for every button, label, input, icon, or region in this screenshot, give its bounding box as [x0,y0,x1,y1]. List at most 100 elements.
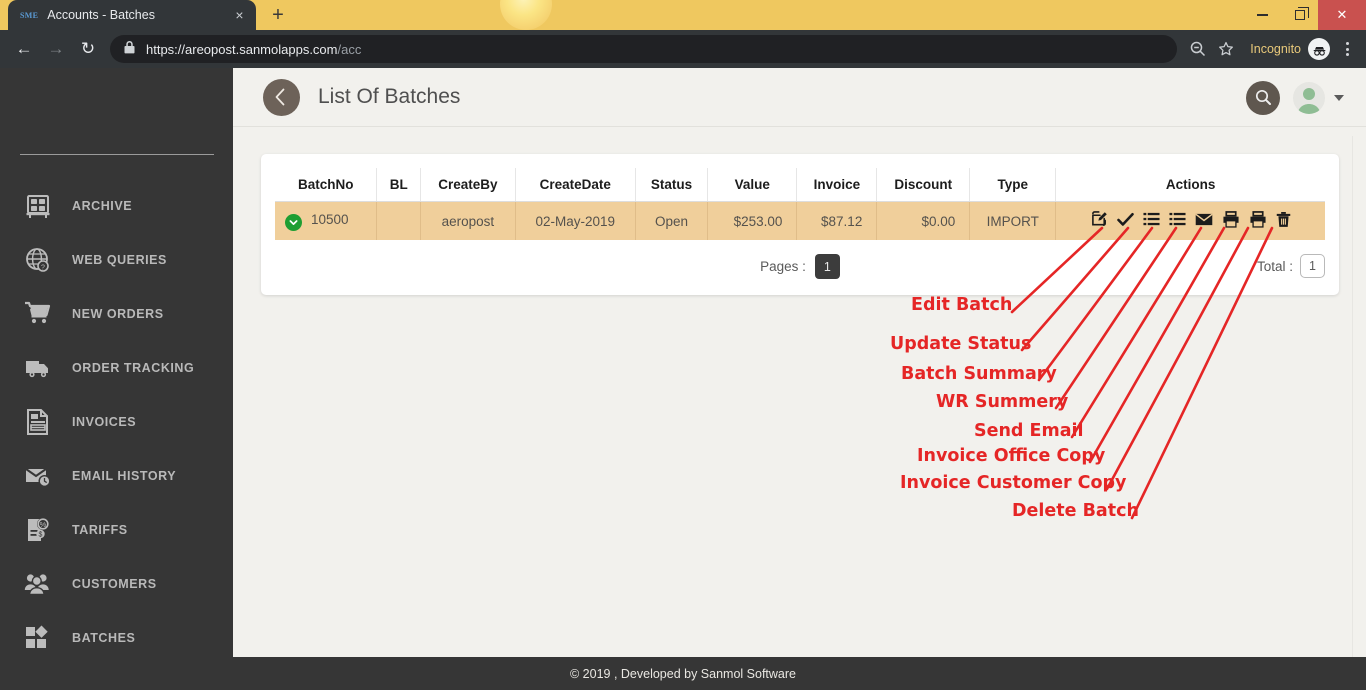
table-head: BatchNo BL CreateBy CreateDate Status Va… [275,168,1325,202]
col-status[interactable]: Status [635,168,709,202]
send-email-icon[interactable] [1194,211,1213,228]
col-createby[interactable]: CreateBy [420,168,516,202]
col-discount[interactable]: Discount [876,168,971,202]
sun-decoration-icon [500,0,552,30]
globe-question-icon: ? [22,244,54,276]
browser-menu-icon[interactable] [1336,42,1358,56]
total-label: Total : [1256,258,1293,274]
table-header-row: BatchNo BL CreateBy CreateDate Status Va… [275,168,1325,202]
svg-text:$: $ [39,532,43,539]
browser-window: SME Accounts - Batches × + ✕ ← → ↻ https… [0,0,1366,690]
col-createdate[interactable]: CreateDate [515,168,636,202]
lock-icon [124,41,135,57]
svg-text:?: ? [41,264,45,271]
sidebar: ARCHIVE ? WEB QUERIES NEW ORDERS ORDER T… [0,68,233,690]
page-scrollbar[interactable] [1352,136,1366,690]
sidebar-item-label: INVOICES [72,415,137,429]
invoice-customer-copy-icon[interactable] [1249,211,1267,228]
sidebar-item-label: EMAIL HISTORY [72,469,177,483]
col-value[interactable]: Value [707,168,798,202]
browser-tab[interactable]: SME Accounts - Batches × [8,0,256,30]
table-row[interactable]: 10500 aeropost 02-May-2019 Open $253.00 … [275,201,1325,240]
svg-text:%: % [40,520,47,529]
envelope-clock-icon [22,460,54,492]
total-value: 1 [1300,254,1325,278]
sidebar-item-archive[interactable]: ARCHIVE [0,179,233,233]
window-close-button[interactable]: ✕ [1318,0,1366,30]
sidebar-item-label: NEW ORDERS [72,307,164,321]
header-actions [1246,68,1344,127]
cell-type: IMPORT [969,201,1057,240]
cell-createdate: 02-May-2019 [515,201,636,240]
maximize-button[interactable] [1281,0,1318,30]
reload-icon[interactable]: ↻ [72,33,104,65]
sidebar-menu: ARCHIVE ? WEB QUERIES NEW ORDERS ORDER T… [0,179,233,690]
pagination: Pages : 1 Total : 1 [275,240,1325,295]
col-batchno[interactable]: BatchNo [275,168,378,202]
wr-summary-icon[interactable] [1169,211,1186,228]
new-tab-button[interactable]: + [267,5,289,27]
sidebar-item-invoices[interactable]: INVOICES [0,395,233,449]
url-text: https://areopost.sanmolapps.com/acc [146,42,361,57]
user-avatar[interactable] [1293,81,1325,114]
page-viewport: ARCHIVE ? WEB QUERIES NEW ORDERS ORDER T… [0,68,1366,690]
tab-title: Accounts - Batches [47,8,155,22]
close-icon[interactable]: × [231,7,248,24]
sidebar-item-customers[interactable]: CUSTOMERS [0,557,233,611]
cell-discount: $0.00 [876,201,971,240]
invoice-office-copy-icon[interactable] [1222,211,1240,228]
truck-icon [22,352,54,384]
chevron-circle-down-icon[interactable] [285,213,302,231]
address-bar[interactable]: https://areopost.sanmolapps.com/acc [110,35,1178,63]
batches-table: BatchNo BL CreateBy CreateDate Status Va… [275,168,1325,240]
sidebar-item-email-history[interactable]: EMAIL HISTORY [0,449,233,503]
batches-shapes-icon [22,622,54,654]
forward-icon[interactable]: → [40,33,72,65]
cell-batchno: 10500 [275,201,378,240]
window-controls: ✕ [1244,0,1366,30]
tariff-percent-icon: % $ [22,514,54,546]
sidebar-item-new-orders[interactable]: NEW ORDERS [0,287,233,341]
delete-batch-icon[interactable] [1276,211,1291,228]
minimize-button[interactable] [1244,0,1281,30]
col-invoice[interactable]: Invoice [796,168,878,202]
table-body: 10500 aeropost 02-May-2019 Open $253.00 … [275,201,1325,240]
back-icon[interactable]: ← [8,33,40,65]
page-number-button[interactable]: 1 [814,254,840,279]
cell-invoice: $87.12 [796,201,878,240]
sidebar-item-label: ARCHIVE [72,199,133,213]
col-bl[interactable]: BL [376,168,421,202]
pages-label: Pages : [760,259,806,274]
caret-down-icon[interactable] [1334,94,1344,101]
batchno-text: 10500 [311,211,349,227]
tab-favicon-icon: SME [20,10,39,20]
main-content: List Of Batches BatchNo BL CreateBy Crea… [233,68,1366,690]
sidebar-item-label: ORDER TRACKING [72,361,195,375]
star-icon[interactable] [1212,35,1240,63]
page-footer: © 2019 , Developed by Sanmol Software [0,657,1366,690]
cell-status: Open [635,201,709,240]
batches-card: BatchNo BL CreateBy CreateDate Status Va… [261,154,1339,295]
sidebar-item-order-tracking[interactable]: ORDER TRACKING [0,341,233,395]
chevron-left-icon [275,88,285,106]
archive-icon [22,190,54,222]
sidebar-item-web-queries[interactable]: ? WEB QUERIES [0,233,233,287]
update-status-icon[interactable] [1116,211,1134,228]
sidebar-item-label: TARIFFS [72,523,128,537]
sidebar-item-label: WEB QUERIES [72,253,167,267]
batch-summary-icon[interactable] [1143,211,1160,228]
magnifier-icon [1255,89,1271,105]
url-origin: https://areopost.sanmolapps.com [146,41,338,57]
invoice-document-icon [22,406,54,438]
col-actions: Actions [1055,168,1325,202]
edit-batch-icon[interactable] [1091,211,1108,228]
col-type[interactable]: Type [969,168,1057,202]
sidebar-item-tariffs[interactable]: % $ TARIFFS [0,503,233,557]
back-button[interactable] [263,78,300,116]
incognito-avatar-icon[interactable] [1308,38,1330,60]
search-minus-icon[interactable] [1184,35,1212,63]
sidebar-divider [20,154,214,155]
total-indicator: Total : 1 [1257,254,1325,278]
cell-bl [376,201,421,240]
search-button[interactable] [1246,80,1280,115]
